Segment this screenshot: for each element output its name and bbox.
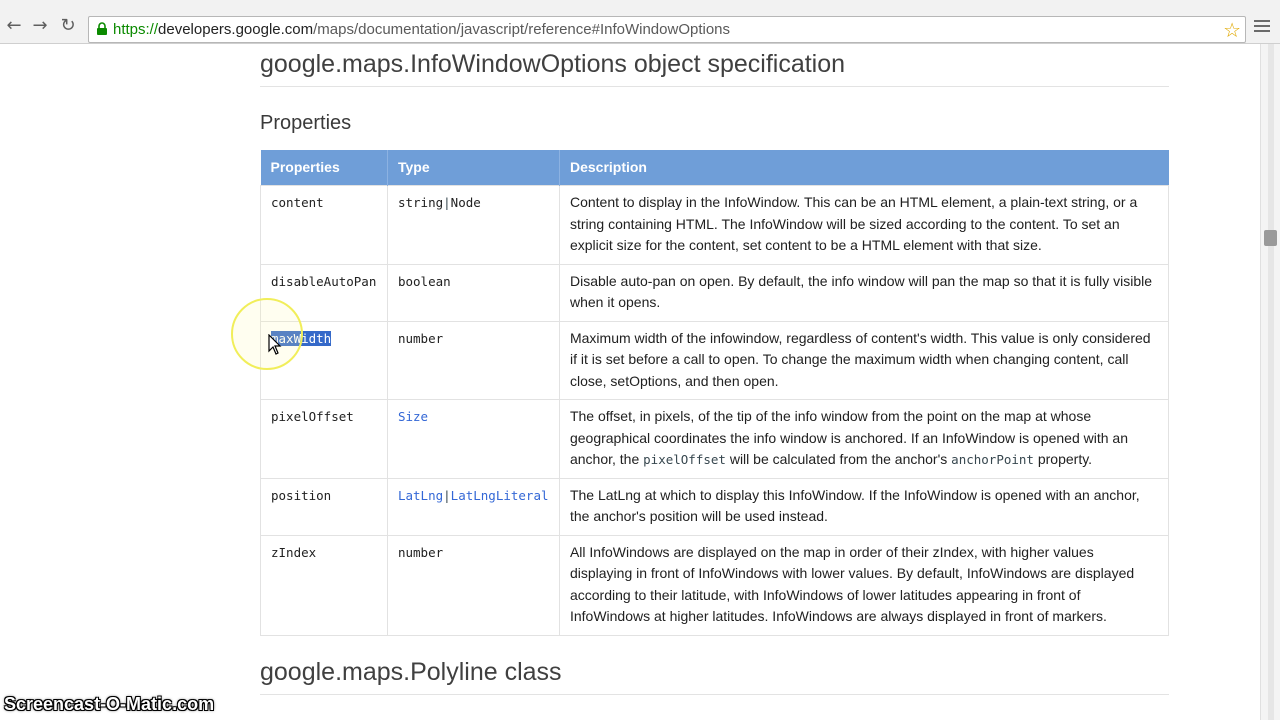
inline-code-anchorpoint: anchorPoint	[951, 452, 1034, 467]
column-header-properties: Properties	[260, 150, 388, 186]
address-bar[interactable]: https://developers.google.com/maps/docum…	[88, 16, 1246, 43]
property-name: pixelOffset	[260, 399, 388, 479]
table-row: pixelOffset Size The offset, in pixels, …	[260, 399, 1170, 479]
forward-arrow-icon[interactable]: →	[30, 16, 50, 36]
type-separator: |	[443, 487, 451, 503]
table-row: content string|Node Content to display i…	[260, 185, 1170, 265]
page-content: google.maps.InfoWindowOptions object spe…	[0, 44, 1260, 720]
table-row: zIndex number All InfoWindows are displa…	[260, 534, 1170, 636]
property-description: All InfoWindows are displayed on the map…	[558, 534, 1170, 636]
recorder-watermark: Screencast-O-Matic.com	[4, 694, 215, 714]
type-link-latlng[interactable]: LatLng	[398, 488, 443, 503]
properties-table: Properties Type Description content stri…	[260, 150, 1170, 636]
property-name-cell: maxWidth	[260, 320, 388, 400]
browser-toolbar: ← → ↻ https://developers.google.com/maps…	[0, 0, 1280, 44]
property-description: Maximum width of the infowindow, regardl…	[558, 320, 1170, 400]
inline-code-pixeloffset: pixelOffset	[643, 452, 726, 467]
description-part: will be calculated from the anchor's	[725, 451, 952, 467]
reload-icon[interactable]: ↻	[58, 16, 78, 36]
table-header-row: Properties Type Description	[260, 150, 1169, 186]
property-name: disableAutoPan	[260, 263, 388, 322]
column-header-description: Description	[559, 150, 1169, 186]
property-name: zIndex	[260, 534, 388, 636]
url-scheme: https://	[113, 21, 159, 38]
divider	[260, 694, 1169, 695]
scroll-thumb[interactable]	[1264, 230, 1277, 246]
property-type-cell: Size	[386, 399, 560, 479]
url-domain: developers.google.com	[158, 21, 314, 38]
type-link-latlngliteral[interactable]: LatLngLiteral	[451, 488, 549, 503]
column-header-type: Type	[387, 150, 560, 186]
property-description: The offset, in pixels, of the tip of the…	[558, 399, 1170, 479]
type-string: string	[397, 195, 444, 210]
url-text: https://developers.google.com/maps/docum…	[113, 21, 730, 38]
description-part: property.	[1033, 451, 1093, 467]
property-type: string|Node	[386, 185, 560, 265]
property-name: position	[260, 477, 388, 536]
divider	[260, 86, 1169, 87]
property-type: boolean	[386, 263, 560, 322]
property-description: The LatLng at which to display this Info…	[558, 477, 1170, 536]
type-separator: |	[443, 195, 451, 210]
properties-heading: Properties	[260, 112, 352, 134]
property-description: Disable auto-pan on open. By default, th…	[558, 263, 1170, 322]
menu-icon[interactable]	[1254, 20, 1270, 34]
polyline-heading: google.maps.Polyline class	[260, 658, 562, 686]
table-row: maxWidth number Maximum width of the inf…	[260, 320, 1170, 400]
lock-icon	[97, 22, 107, 35]
url-path: /maps/documentation/javascript/reference…	[313, 21, 731, 38]
type-link-size[interactable]: Size	[398, 409, 428, 424]
back-arrow-icon[interactable]: ←	[4, 16, 24, 36]
table-row: disableAutoPan boolean Disable auto-pan …	[260, 263, 1170, 322]
spec-heading: google.maps.InfoWindowOptions object spe…	[260, 50, 846, 78]
table-row: position LatLng|LatLngLiteral The LatLng…	[260, 477, 1170, 536]
property-description: Content to display in the InfoWindow. Th…	[558, 185, 1170, 265]
property-type: number	[386, 534, 560, 636]
vertical-scrollbar[interactable]	[1260, 44, 1280, 720]
property-name: content	[260, 185, 388, 265]
bookmark-star-icon[interactable]: ☆	[1223, 18, 1241, 42]
type-node: Node	[450, 195, 481, 210]
property-type-cell: LatLng|LatLngLiteral	[386, 477, 560, 536]
selected-property-name[interactable]: maxWidth	[271, 330, 332, 346]
scroll-track[interactable]	[1268, 44, 1274, 720]
property-type: number	[386, 320, 560, 400]
